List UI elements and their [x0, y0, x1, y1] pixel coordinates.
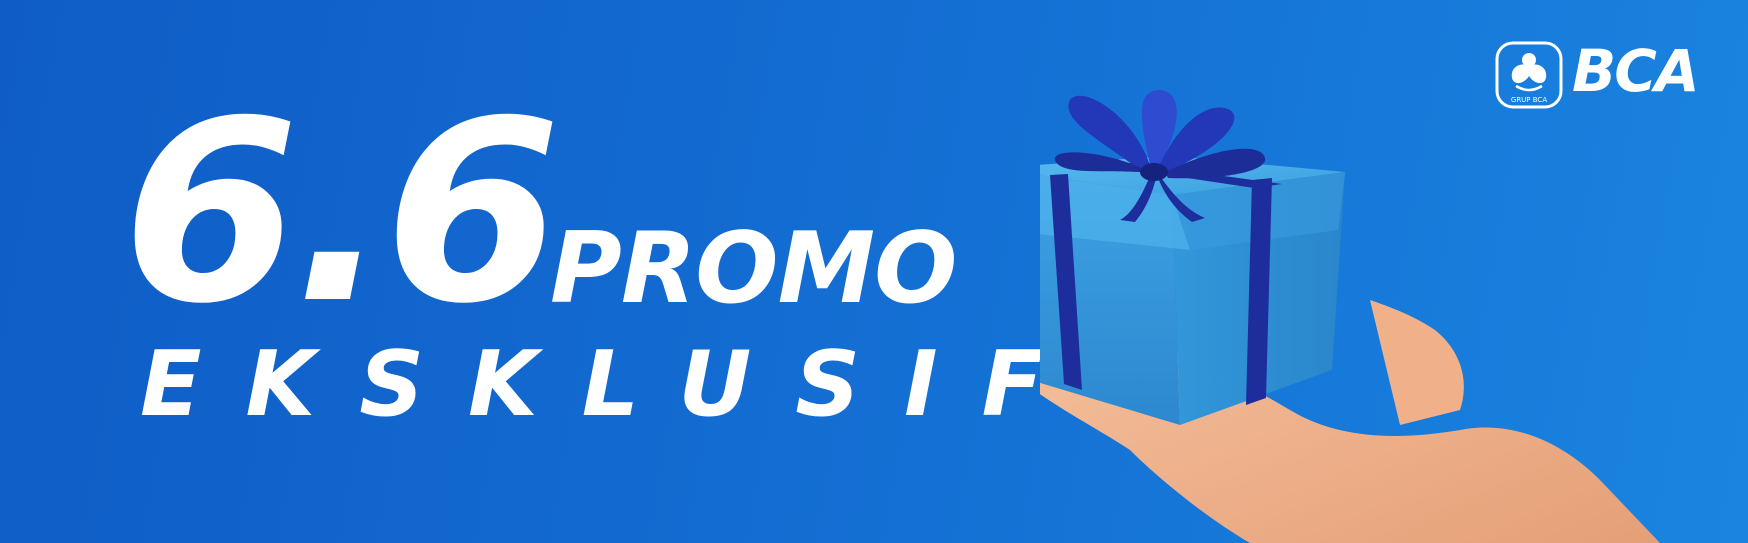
promo-banner: 6.6 PROMO EKSKLUSIF GRUP BCA BCA — [0, 0, 1748, 543]
promo-date-number: 6.6 — [122, 67, 561, 358]
gift-in-hand-illustration — [1040, 90, 1660, 543]
promo-word: PROMO — [550, 212, 957, 326]
promo-subtitle: EKSKLUSIF — [140, 332, 1088, 437]
gift-box-icon — [1040, 156, 1345, 425]
